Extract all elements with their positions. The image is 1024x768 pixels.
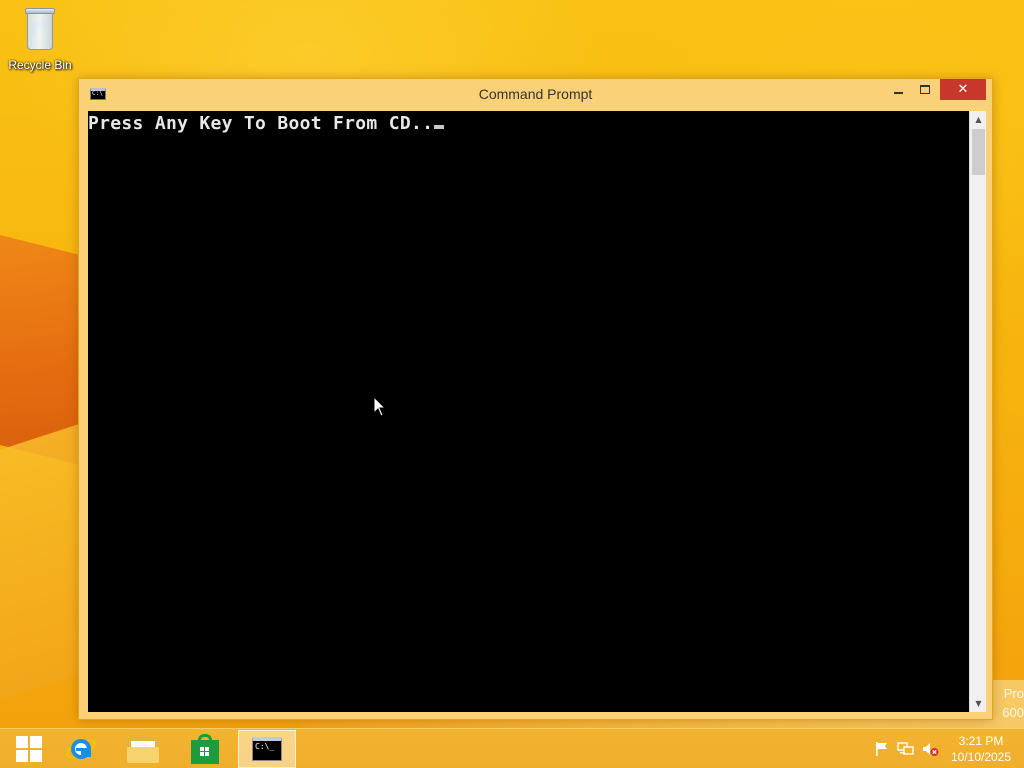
wallpaper-shape xyxy=(0,423,80,707)
taskbar[interactable]: C:\_ 3:21 PM 10/10/2025 xyxy=(0,728,1024,768)
maximize-icon xyxy=(919,85,930,94)
start-button[interactable] xyxy=(0,730,58,768)
network-icon[interactable] xyxy=(897,741,915,757)
recycle-bin-desktop-icon[interactable]: Recycle Bin xyxy=(4,4,76,76)
clock-date: 10/10/2025 xyxy=(950,750,1012,764)
desktop[interactable]: Recycle Bin C:\ Command Prompt ✕ Press A… xyxy=(0,0,1024,728)
recycle-bin-label: Recycle Bin xyxy=(8,58,72,72)
maximize-button[interactable] xyxy=(911,79,938,100)
chevron-down-icon: ▼ xyxy=(975,699,982,708)
minimize-icon xyxy=(894,91,903,94)
desktop-watermark: Pro 600 xyxy=(1002,684,1024,722)
window-titlebar[interactable]: C:\ Command Prompt ✕ xyxy=(79,79,992,109)
scroll-up-button[interactable]: ▲ xyxy=(970,111,987,128)
minimize-button[interactable] xyxy=(885,79,912,100)
cmd-icon: C:\_ xyxy=(252,737,282,761)
console-text: Press Any Key To Boot From CD.. xyxy=(88,113,434,134)
recycle-bin-icon xyxy=(24,8,56,52)
scroll-down-button[interactable]: ▼ xyxy=(970,695,987,712)
cmd-icon-glyph: C:\_ xyxy=(255,742,275,751)
volume-muted-icon[interactable] xyxy=(921,741,939,757)
taskbar-internet-explorer[interactable] xyxy=(52,730,110,768)
folder-icon xyxy=(127,735,159,763)
scrollbar-thumb[interactable] xyxy=(972,129,985,175)
flag-icon[interactable] xyxy=(873,741,891,757)
chevron-up-icon: ▲ xyxy=(975,115,982,124)
watermark-line: Pro xyxy=(1003,686,1024,701)
taskbar-store[interactable] xyxy=(176,730,234,768)
console-output[interactable]: Press Any Key To Boot From CD.. xyxy=(88,111,969,712)
taskbar-clock[interactable]: 3:21 PM 10/10/2025 xyxy=(946,733,1016,765)
store-icon xyxy=(191,734,219,764)
command-prompt-window[interactable]: C:\ Command Prompt ✕ Press Any Key To Bo… xyxy=(78,78,993,720)
watermark-line: 600 xyxy=(1002,705,1024,720)
taskbar-command-prompt[interactable]: C:\_ xyxy=(238,730,296,768)
mouse-pointer-icon xyxy=(373,396,387,417)
console-line: Press Any Key To Boot From CD.. xyxy=(88,113,445,134)
block-cursor xyxy=(434,125,445,129)
clock-time: 3:21 PM xyxy=(958,734,1004,748)
close-button[interactable]: ✕ xyxy=(940,79,986,100)
windows-logo-icon xyxy=(16,736,42,762)
window-title: Command Prompt xyxy=(478,86,593,102)
vertical-scrollbar[interactable]: ▲ ▼ xyxy=(969,111,986,712)
ie-icon xyxy=(65,739,97,759)
taskbar-file-explorer[interactable] xyxy=(114,730,172,768)
close-icon: ✕ xyxy=(957,82,969,97)
